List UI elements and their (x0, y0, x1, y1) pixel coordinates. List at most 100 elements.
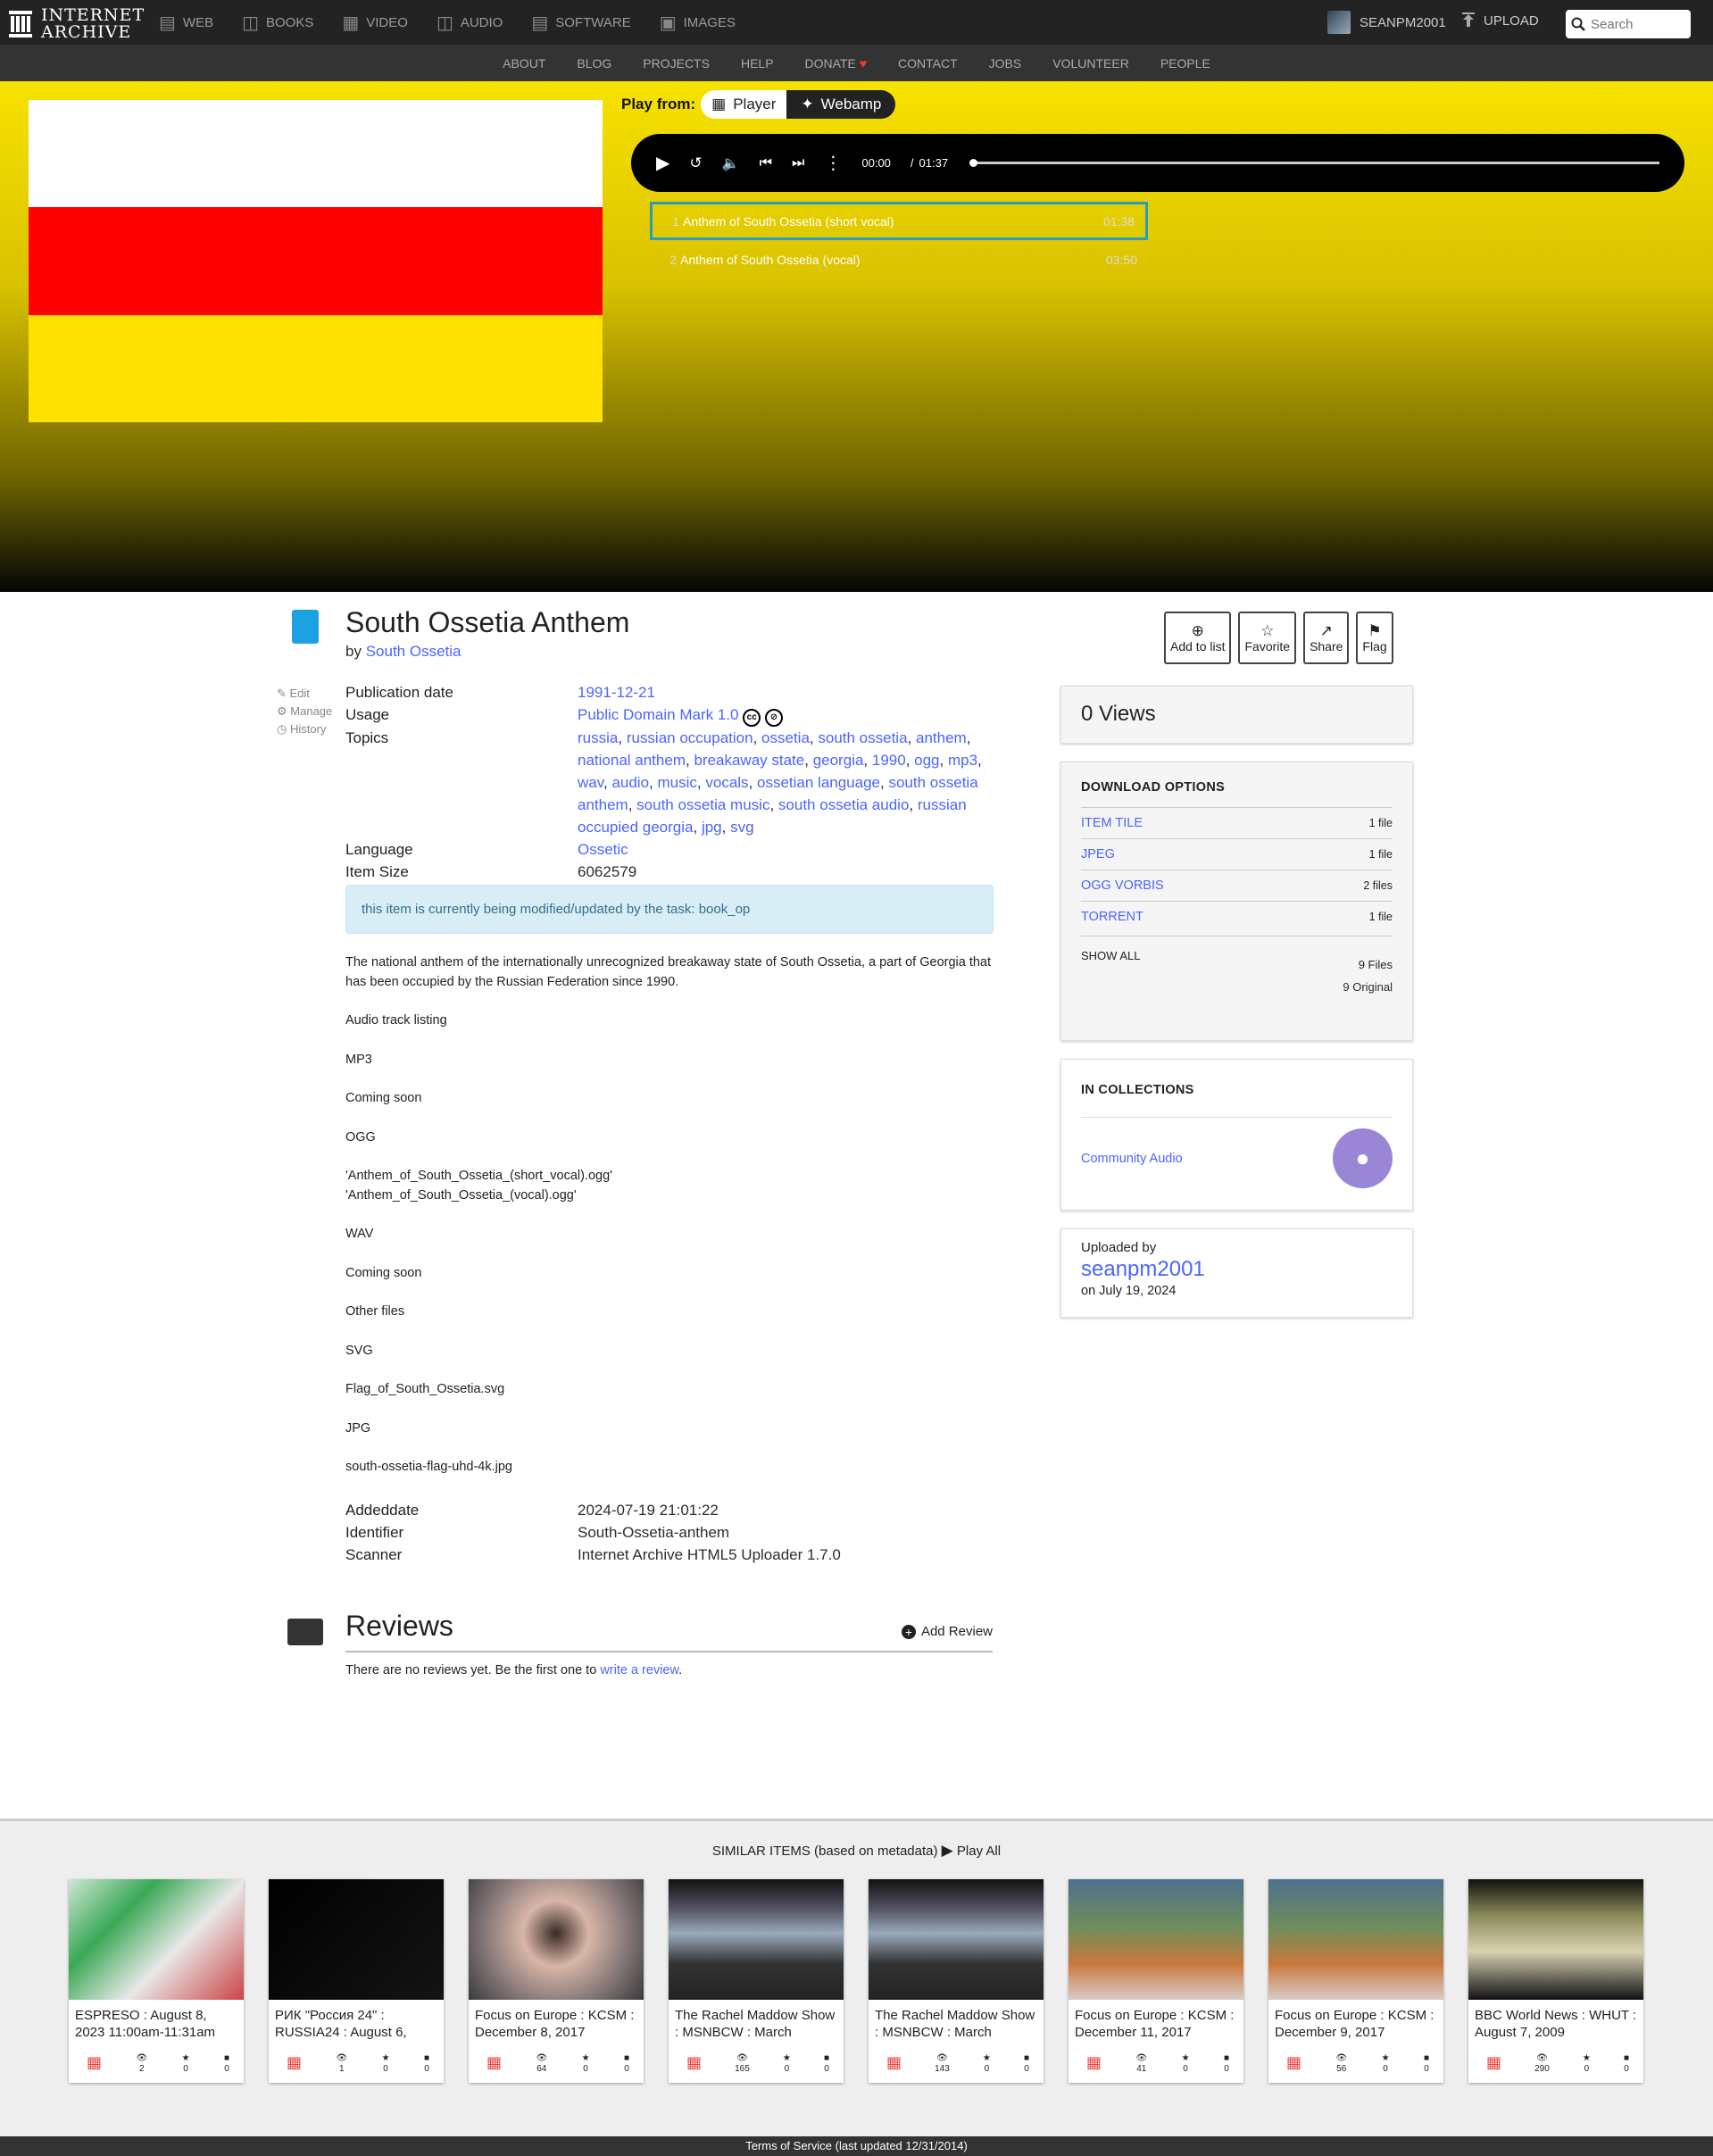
similar-item-title[interactable]: The Rachel Maddow Show : MSNBCW : March (869, 2000, 1044, 2043)
upload-button[interactable]: UPLOAD (1460, 12, 1539, 29)
player-mode-button[interactable]: ▦ Player (701, 90, 787, 119)
topic-link[interactable]: russian occupation (627, 729, 753, 746)
similar-item-title[interactable]: ESPRESO : August 8, 2023 11:00am-11:31am (69, 2000, 244, 2043)
topic-link[interactable]: ogg (914, 752, 939, 769)
topic-link[interactable]: south ossetia music (636, 796, 769, 813)
video-thumbnail[interactable] (1268, 1879, 1443, 2000)
video-thumbnail[interactable] (1468, 1879, 1643, 2000)
download-format-link[interactable]: TORRENT (1081, 910, 1143, 924)
topic-link[interactable]: ossetian language (757, 774, 880, 791)
video-thumbnail[interactable] (69, 1879, 244, 2000)
progress-bar[interactable] (969, 159, 1659, 167)
show-all-link[interactable]: SHOW ALL (1081, 949, 1140, 971)
nav-software[interactable]: ▤ SOFTWARE (531, 12, 630, 34)
similar-item-card[interactable]: The Rachel Maddow Show : MSNBCW : March ▦… (869, 1879, 1044, 2083)
topic-link[interactable]: mp3 (948, 752, 977, 769)
video-thumbnail[interactable] (869, 1879, 1044, 2000)
subnav-blog[interactable]: BLOG (577, 56, 611, 71)
similar-item-card[interactable]: Focus on Europe : KCSM : December 9, 201… (1268, 1879, 1443, 2083)
topic-link[interactable]: svg (730, 819, 753, 836)
similar-item-title[interactable]: Focus on Europe : KCSM : December 9, 201… (1268, 2000, 1443, 2043)
publication-date-link[interactable]: 1991-12-21 (578, 681, 988, 703)
download-format-link[interactable]: ITEM TILE (1081, 816, 1143, 830)
topic-link[interactable]: south ossetia (818, 729, 907, 746)
user-menu[interactable]: SEANPM2001 (1327, 11, 1446, 34)
rewind-10-icon[interactable]: ↺ (689, 154, 702, 172)
terms-of-service-link[interactable]: Terms of Service (last updated 12/31/201… (745, 2139, 968, 2152)
nav-audio[interactable]: ◫ AUDIO (437, 12, 503, 34)
search-box[interactable] (1566, 10, 1691, 38)
similar-item-title[interactable]: Focus on Europe : KCSM : December 11, 20… (1069, 2000, 1243, 2043)
playlist-track[interactable]: 1 Anthem of South Ossetia (short vocal) 01… (650, 202, 1148, 240)
similar-item-card[interactable]: Focus on Europe : KCSM : December 8, 201… (469, 1879, 644, 2083)
similar-item-card[interactable]: ESPRESO : August 8, 2023 11:00am-11:31am… (69, 1879, 244, 2083)
flag-button[interactable]: ⚑ Flag (1356, 612, 1393, 664)
volume-icon[interactable]: 🔈 (722, 154, 740, 172)
similar-item-card[interactable]: The Rachel Maddow Show : MSNBCW : March ▦… (669, 1879, 844, 2083)
nav-web[interactable]: ▤ WEB (159, 12, 213, 34)
subnav-about[interactable]: ABOUT (503, 56, 545, 71)
add-to-list-button[interactable]: ⊕ Add to list (1164, 612, 1232, 664)
subnav-jobs[interactable]: JOBS (989, 56, 1022, 71)
similar-item-card[interactable]: Focus on Europe : KCSM : December 11, 20… (1069, 1879, 1243, 2083)
next-track-icon[interactable]: ⏭ (792, 155, 804, 171)
similar-item-title[interactable]: BBC World News : WHUT : August 7, 2009 (1468, 2000, 1643, 2043)
topic-link[interactable]: breakaway state (694, 752, 804, 769)
subnav-people[interactable]: PEOPLE (1160, 56, 1210, 71)
similar-item-title[interactable]: РИК "Россия 24" : RUSSIA24 : August 6, (269, 2000, 444, 2043)
nav-books[interactable]: ◫ BOOKS (242, 12, 313, 34)
manage-link[interactable]: ⚙ Manage (277, 703, 332, 720)
subnav-projects[interactable]: PROJECTS (643, 56, 710, 71)
history-link[interactable]: ◷ History (277, 720, 332, 738)
similar-item-card[interactable]: BBC World News : WHUT : August 7, 2009 ▦ 👁… (1468, 1879, 1643, 2083)
video-thumbnail[interactable] (669, 1879, 844, 2000)
subnav-help[interactable]: HELP (741, 56, 774, 71)
topic-link[interactable]: audio (611, 774, 649, 791)
internet-archive-logo[interactable]: INTERNET ARCHIVE (9, 7, 145, 41)
topic-link[interactable]: jpg (702, 819, 722, 836)
previous-track-icon[interactable]: ⏮ (760, 155, 772, 171)
video-thumbnail[interactable] (469, 1879, 644, 2000)
topic-link[interactable]: music (658, 774, 697, 791)
topic-link[interactable]: vocals (705, 774, 748, 791)
write-review-link[interactable]: write a review (600, 1663, 678, 1677)
similar-item-card[interactable]: РИК "Россия 24" : RUSSIA24 : August 6, ▦ 👁… (269, 1879, 444, 2083)
topic-link[interactable]: south ossetia audio (778, 796, 910, 813)
topic-link[interactable]: anthem (916, 729, 967, 746)
topic-link[interactable]: national anthem (578, 752, 686, 769)
subnav-donate[interactable]: DONATE ♥ (805, 56, 868, 71)
play-all-button[interactable]: ▶ Play All (942, 1842, 1001, 1859)
avatar (1327, 11, 1351, 34)
playlist-track[interactable]: 2 Anthem of South Ossetia (vocal) 03:50 (650, 240, 1148, 279)
collection-link[interactable]: Community Audio (1081, 1152, 1183, 1166)
video-thumbnail[interactable] (1069, 1879, 1243, 2000)
language-link[interactable]: Ossetic (578, 838, 988, 861)
topic-link[interactable]: wav (578, 774, 603, 791)
download-format-link[interactable]: OGG VORBIS (1081, 878, 1164, 893)
topic-link[interactable]: russia (578, 729, 618, 746)
search-input[interactable] (1591, 16, 1680, 32)
subnav-volunteer[interactable]: VOLUNTEER (1052, 56, 1129, 71)
topic-link[interactable]: ossetia (761, 729, 810, 746)
nav-images[interactable]: ▣ IMAGES (660, 12, 736, 34)
similar-item-title[interactable]: Focus on Europe : KCSM : December 8, 201… (469, 2000, 644, 2043)
video-thumbnail[interactable] (269, 1879, 444, 2000)
subnav-contact[interactable]: CONTACT (898, 56, 958, 71)
more-options-icon[interactable]: ⋮ (824, 152, 842, 174)
flag-image[interactable] (29, 100, 603, 422)
nav-video[interactable]: ▦ VIDEO (342, 12, 408, 34)
favorite-button[interactable]: ☆ Favorite (1238, 612, 1297, 664)
topic-link[interactable]: 1990 (872, 752, 906, 769)
creator-link[interactable]: South Ossetia (366, 643, 462, 660)
similar-item-title[interactable]: The Rachel Maddow Show : MSNBCW : March (669, 2000, 844, 2043)
add-review-button[interactable]: + Add Review (901, 1624, 993, 1639)
webamp-mode-button[interactable]: ✦ Webamp (786, 90, 896, 119)
play-icon[interactable]: ▶ (656, 152, 669, 174)
download-format-link[interactable]: JPEG (1081, 847, 1115, 862)
community-audio-icon[interactable]: ● (1333, 1128, 1393, 1188)
usage-link[interactable]: Public Domain Mark 1.0 (578, 706, 738, 723)
topic-link[interactable]: georgia (813, 752, 864, 769)
share-button[interactable]: ↗ Share (1303, 612, 1350, 664)
uploader-link[interactable]: seanpm2001 (1081, 1257, 1205, 1281)
edit-link[interactable]: ✎ Edit (277, 685, 332, 703)
